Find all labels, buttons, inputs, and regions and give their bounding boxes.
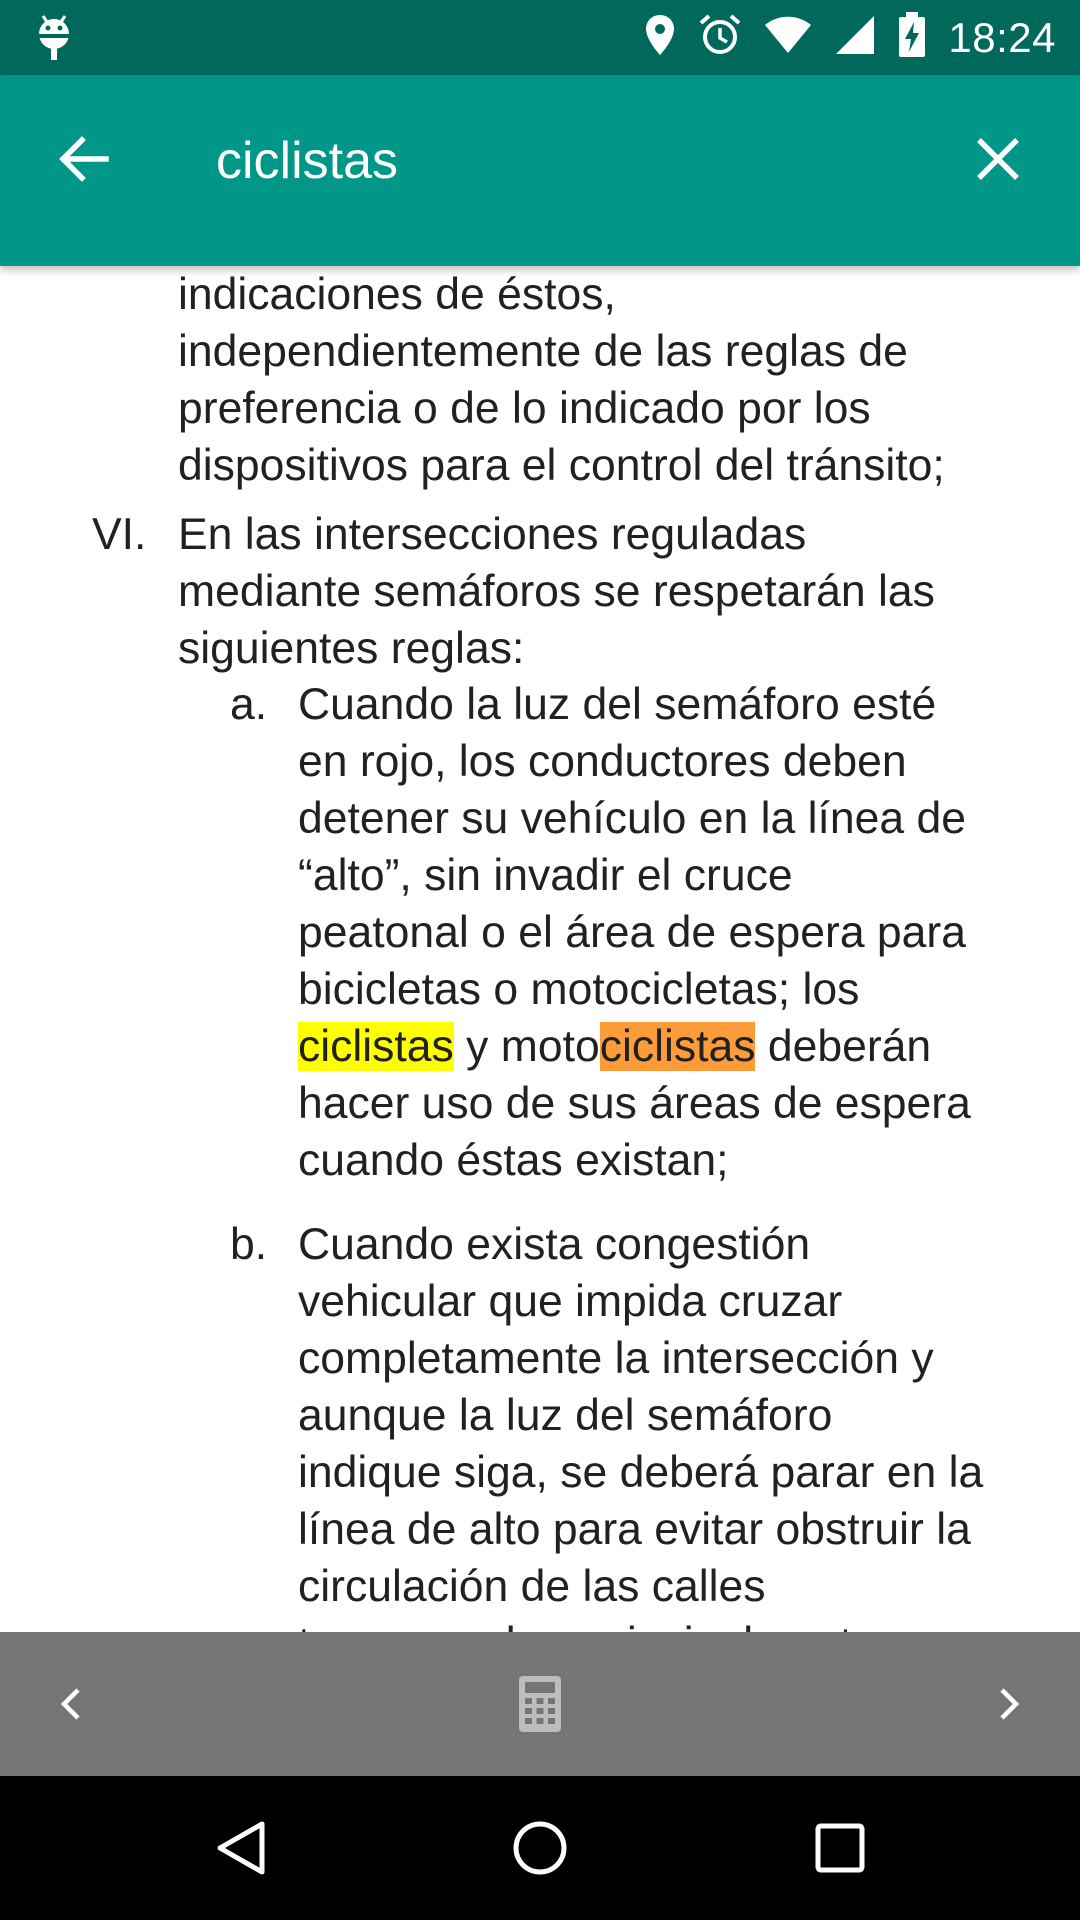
- text-line: dispositivos para el control del tránsit…: [178, 441, 945, 490]
- calculator-icon[interactable]: [500, 1664, 580, 1744]
- status-bar: 18:24: [0, 0, 1080, 75]
- nav-recents-icon[interactable]: [800, 1808, 880, 1888]
- paragraph-a: Cuando la luz del semáforo esté en rojo,…: [298, 676, 1043, 1189]
- wifi-icon: [764, 15, 812, 60]
- system-navigation-bar: [0, 1776, 1080, 1920]
- arrow-back-icon[interactable]: [52, 127, 116, 191]
- nav-home-icon[interactable]: [500, 1808, 580, 1888]
- list-marker-a: a.: [230, 680, 268, 729]
- alarm-icon: [698, 13, 742, 62]
- document-content[interactable]: indicaciones de éstos, independientement…: [0, 266, 1080, 1632]
- list-marker-vi: VI.: [92, 510, 147, 559]
- close-icon[interactable]: [966, 127, 1030, 191]
- text-line: transversales, principalmente en: [298, 1615, 1043, 1632]
- text-line: circulación de las calles: [298, 1562, 766, 1611]
- text-line: línea de alto para evitar obstruir la: [298, 1505, 971, 1554]
- search-match-current: ciclistas: [298, 1022, 454, 1071]
- text-line: preferencia o de lo indicado por los: [178, 384, 871, 433]
- text-line: Cuando exista congestión: [298, 1220, 811, 1269]
- text-line: vehicular que impida cruzar: [298, 1277, 843, 1326]
- text-line: en rojo, los conductores deben: [298, 737, 907, 786]
- text-line: indicaciones de éstos,: [178, 270, 616, 319]
- text-line-highlighted: ciclistas y motociclistas deberán: [298, 1018, 1043, 1075]
- text-fragment: deberán: [755, 1022, 932, 1071]
- paragraph-b: Cuando exista congestión vehicular que i…: [298, 1216, 1043, 1632]
- text-line: “alto”, sin invadir el cruce: [298, 851, 793, 900]
- text-line: detener su vehículo en la línea de: [298, 794, 966, 843]
- text-line: independientemente de las reglas de: [178, 327, 908, 376]
- text-line: peatonal o el área de espera para: [298, 908, 966, 957]
- location-icon: [644, 13, 676, 62]
- text-line: siguientes reglas:: [178, 624, 525, 673]
- text-line: bicicletas o motocicletas; los: [298, 965, 860, 1014]
- search-input[interactable]: [216, 123, 916, 199]
- search-toolbar: [0, 75, 1080, 266]
- signal-icon: [834, 14, 876, 61]
- chevron-right-icon[interactable]: [968, 1664, 1048, 1744]
- text-line: indique siga, se deberá parar en la: [298, 1448, 984, 1497]
- nav-back-icon[interactable]: [200, 1808, 280, 1888]
- chevron-left-icon[interactable]: [32, 1664, 112, 1744]
- text-fragment: y moto: [453, 1022, 600, 1071]
- status-time: 18:24: [948, 13, 1056, 61]
- text-line: En las intersecciones reguladas: [178, 510, 807, 559]
- text-line: mediante semáforos se respetarán las: [178, 567, 935, 616]
- paragraph-prev: indicaciones de éstos, independientement…: [178, 266, 1038, 494]
- list-marker-b: b.: [230, 1220, 268, 1269]
- paragraph-vi: En las intersecciones reguladas mediante…: [178, 506, 1038, 677]
- text-line: hacer uso de sus áreas de espera: [298, 1079, 971, 1128]
- text-line: Cuando la luz del semáforo esté: [298, 680, 937, 729]
- text-line: cuando éstas existan;: [298, 1136, 729, 1185]
- android-debug-icon: [34, 14, 74, 62]
- battery-charging-icon: [898, 12, 926, 63]
- search-match: ciclistas: [599, 1022, 756, 1071]
- text-line: aunque la luz del semáforo: [298, 1391, 833, 1440]
- search-navigation-bar: [0, 1632, 1080, 1776]
- text-line: completamente la intersección y: [298, 1334, 934, 1383]
